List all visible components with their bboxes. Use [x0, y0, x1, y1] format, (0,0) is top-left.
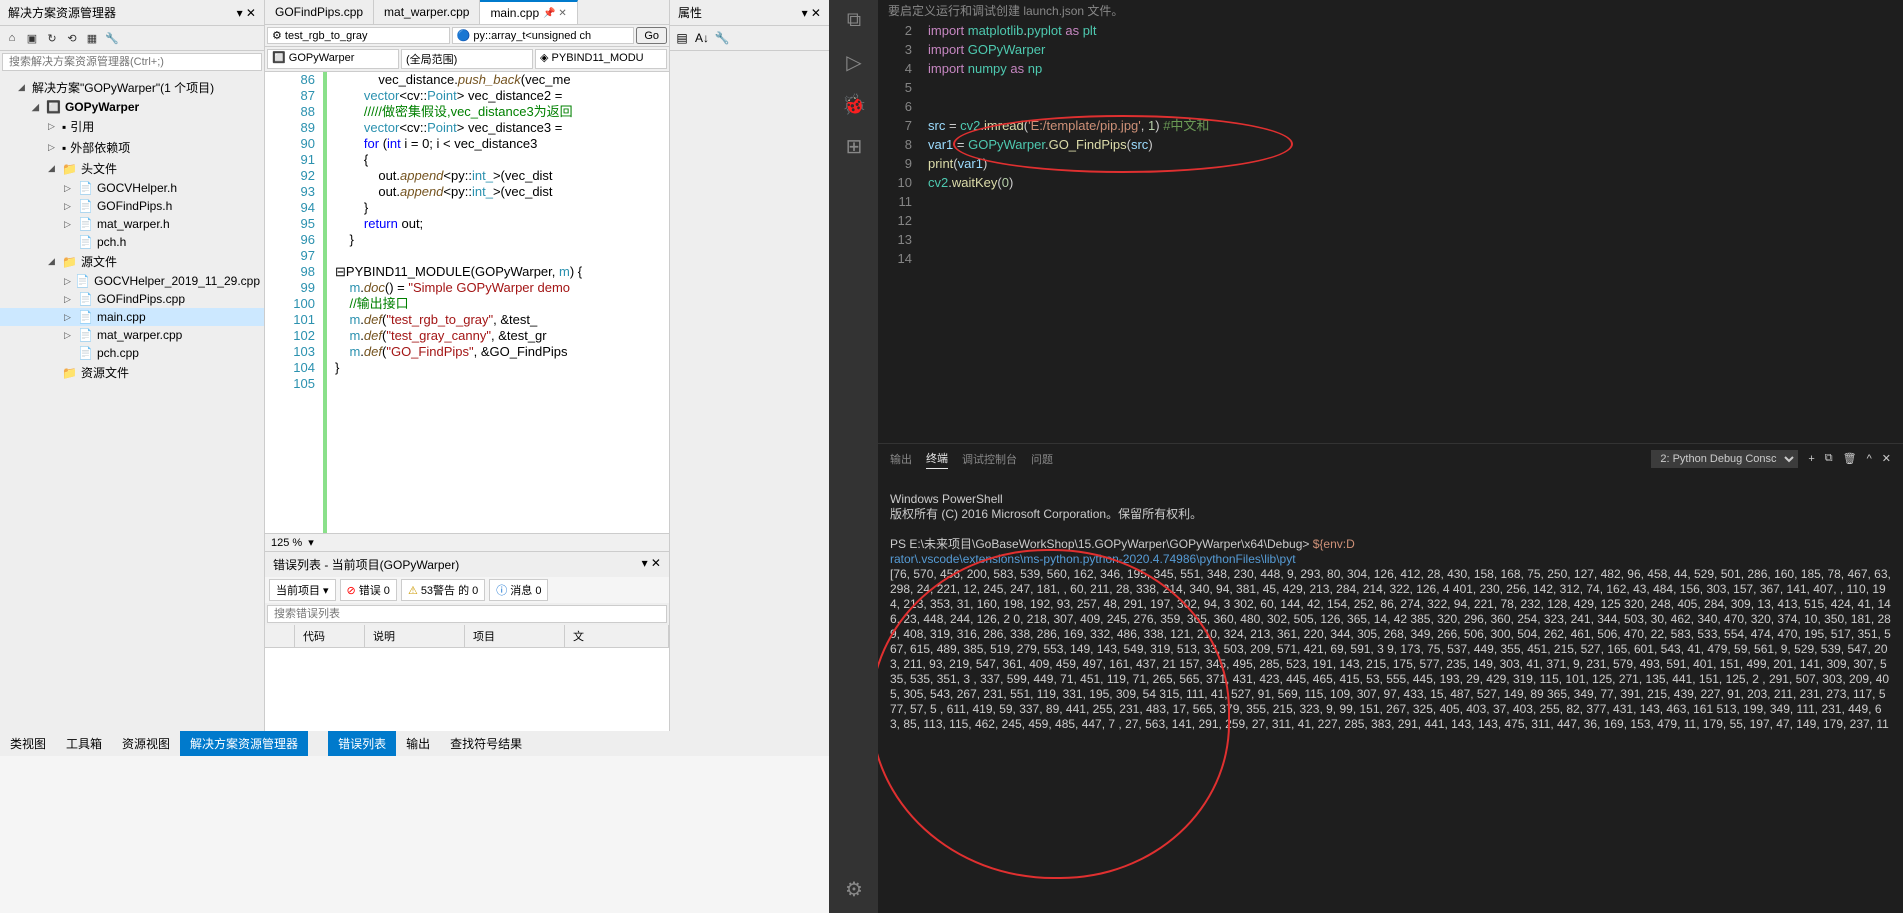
pin-icon[interactable]: ▾ ✕ — [237, 6, 256, 20]
error-toolbar: 当前项目 ▾ ⊘ 错误 0 ⚠ 53警告 的 0 ⓘ 消息 0 — [265, 577, 669, 603]
solution-root[interactable]: ◢解决方案"GOPyWarper"(1 个项目) — [0, 77, 264, 98]
type-combo[interactable]: 🔵 py::array_t<unsigned ch — [452, 27, 635, 44]
project-filter[interactable]: 当前项目 ▾ — [269, 579, 336, 601]
nav-combo-row1: ⚙ test_rgb_to_gray 🔵 py::array_t<unsigne… — [265, 25, 669, 47]
close-icon[interactable]: ▾ ✕ — [802, 6, 821, 20]
tab-matwarper[interactable]: mat_warper.cpp — [374, 0, 480, 24]
go-button[interactable]: Go — [636, 27, 667, 44]
error-list-panel: 错误列表 - 当前项目(GOPyWarper) ▾ ✕ 当前项目 ▾ ⊘ 错误 … — [265, 551, 669, 731]
tab-gofindpips[interactable]: GOFindPips.cpp — [265, 0, 374, 24]
editor-tabs: GOFindPips.cpp mat_warper.cpp main.cpp 📌… — [265, 0, 669, 25]
chevron-up-icon[interactable]: ^ — [1867, 453, 1872, 465]
tab-main[interactable]: main.cpp 📌 ✕ — [480, 0, 577, 24]
tab-output[interactable]: 输出 — [890, 449, 912, 469]
references-node[interactable]: ▷▪ 引用 — [0, 116, 264, 137]
categorize-icon[interactable]: ▤ — [673, 29, 691, 47]
solution-explorer-header: 解决方案资源管理器 ▾ ✕ — [0, 0, 264, 26]
tab-problems[interactable]: 问题 — [1031, 449, 1053, 469]
zoom-bar: 125 % ▾ — [265, 533, 669, 551]
solution-explorer-title: 解决方案资源管理器 — [8, 4, 116, 21]
sources-folder[interactable]: ◢📁 源文件 — [0, 251, 264, 272]
source-file-main[interactable]: ▷📄 main.cpp — [0, 308, 264, 326]
project-node[interactable]: ◢🔲 GOPyWarper — [0, 98, 264, 116]
alpha-icon[interactable]: А↓ — [693, 29, 711, 47]
terminal-panel: 输出 终端 调试控制台 问题 2: Python Debug Consc + ⧉… — [878, 443, 1903, 913]
trash-icon[interactable]: 🗑 — [1843, 452, 1857, 465]
collapse-icon[interactable]: ▣ — [23, 29, 41, 47]
error-list-header: 错误列表 - 当前项目(GOPyWarper) ▾ ✕ — [265, 552, 669, 577]
tab-toolbox[interactable]: 工具箱 — [56, 731, 112, 756]
terminal-output: [76, 570, 456, 200, 583, 539, 560, 162, … — [890, 567, 1894, 731]
wrench-icon[interactable]: 🔧 — [713, 29, 731, 47]
code-editor[interactable]: 8687888990919293949596979899100101102103… — [265, 72, 669, 533]
close-icon[interactable]: 📌 ✕ — [543, 8, 567, 19]
solution-toolbar: ⌂ ▣ ↻ ⟲ ▦ 🔧 — [0, 26, 264, 51]
terminal-body[interactable]: Windows PowerShell 版权所有 (C) 2016 Microso… — [878, 473, 1903, 913]
close-icon[interactable]: ▾ ✕ — [642, 556, 661, 573]
new-terminal-icon[interactable]: + — [1808, 453, 1814, 465]
run-icon[interactable]: ▷ — [842, 50, 866, 74]
function-combo[interactable]: ⚙ test_rgb_to_gray — [267, 27, 450, 44]
vscode-main: 要启定义运行和调试创建 launch.json 文件。 2import matp… — [878, 0, 1903, 913]
solution-tree: ◢解决方案"GOPyWarper"(1 个项目) ◢🔲 GOPyWarper ▷… — [0, 73, 264, 731]
tab-findsymbol[interactable]: 查找符号结果 — [440, 731, 532, 756]
tab-terminal[interactable]: 终端 — [926, 448, 948, 469]
messages-filter[interactable]: ⓘ 消息 0 — [489, 579, 548, 601]
close-icon[interactable]: ✕ — [1882, 452, 1891, 465]
error-grid[interactable]: 代码 说明 项目 文 — [265, 625, 669, 731]
sync-icon[interactable]: ⟲ — [63, 29, 81, 47]
header-file[interactable]: ▷📄 GOFindPips.h — [0, 197, 264, 215]
split-terminal-icon[interactable]: ⧉ — [1825, 452, 1833, 465]
source-file[interactable]: ▷📄 GOFindPips.cpp — [0, 290, 264, 308]
source-file[interactable]: 📄 pch.cpp — [0, 344, 264, 362]
solution-search-input[interactable] — [2, 53, 262, 71]
visual-studio-panel: 解决方案资源管理器 ▾ ✕ ⌂ ▣ ↻ ⟲ ▦ 🔧 ◢解决方案"GOPyWarp… — [0, 0, 830, 913]
external-deps-node[interactable]: ▷▪ 外部依赖项 — [0, 137, 264, 158]
home-icon[interactable]: ⌂ — [3, 29, 21, 47]
show-all-icon[interactable]: ▦ — [83, 29, 101, 47]
nav-combo-row2: 🔲 GOPyWarper (全局范围) ◈ PYBIND11_MODU — [265, 47, 669, 72]
terminal-tabs: 输出 终端 调试控制台 问题 2: Python Debug Consc + ⧉… — [878, 444, 1903, 473]
refresh-icon[interactable]: ↻ — [43, 29, 61, 47]
source-file[interactable]: ▷📄 mat_warper.cpp — [0, 326, 264, 344]
tab-output[interactable]: 输出 — [396, 731, 440, 756]
header-file[interactable]: 📄 pch.h — [0, 233, 264, 251]
tab-resourceview[interactable]: 资源视图 — [112, 731, 180, 756]
tab-debug-console[interactable]: 调试控制台 — [962, 449, 1017, 469]
editor-area: GOFindPips.cpp mat_warper.cpp main.cpp 📌… — [265, 0, 669, 731]
solution-explorer: 解决方案资源管理器 ▾ ✕ ⌂ ▣ ↻ ⟲ ▦ 🔧 ◢解决方案"GOPyWarp… — [0, 0, 265, 731]
properties-header: 属性 ▾ ✕ — [670, 0, 829, 26]
tab-solution-explorer[interactable]: 解决方案资源管理器 — [180, 731, 308, 756]
settings-icon[interactable]: ⚙ — [842, 877, 866, 901]
source-file[interactable]: ▷📄 GOCVHelper_2019_11_29.cpp — [0, 272, 264, 290]
explorer-icon[interactable]: ⧉ — [842, 8, 866, 32]
properties-panel: 属性 ▾ ✕ ▤ А↓ 🔧 — [669, 0, 829, 731]
code-lines[interactable]: vec_distance.push_back(vec_me vector<cv:… — [327, 72, 669, 533]
scope-combo[interactable]: (全局范围) — [401, 49, 533, 69]
header-file[interactable]: ▷📄 GOCVHelper.h — [0, 179, 264, 197]
launch-hint: 要启定义运行和调试创建 launch.json 文件。 — [878, 0, 1903, 21]
warnings-filter[interactable]: ⚠ 53警告 的 0 — [401, 579, 485, 601]
vscode-panel: ⧉ ▷ 🐞 ⊞ ⚙ 要启定义运行和调试创建 launch.json 文件。 2i… — [830, 0, 1903, 913]
member-combo[interactable]: ◈ PYBIND11_MODU — [535, 49, 667, 69]
errors-filter[interactable]: ⊘ 错误 0 — [340, 579, 397, 601]
resources-folder[interactable]: 📁 资源文件 — [0, 362, 264, 383]
activity-bar: ⧉ ▷ 🐞 ⊞ ⚙ — [830, 0, 878, 913]
vscode-editor[interactable]: 2import matplotlib.pyplot as plt3import … — [878, 21, 1903, 443]
error-search-input[interactable] — [267, 605, 667, 623]
debug-icon[interactable]: 🐞 — [842, 92, 866, 116]
project-combo[interactable]: 🔲 GOPyWarper — [267, 49, 399, 69]
tab-errorlist[interactable]: 错误列表 — [328, 731, 396, 756]
extensions-icon[interactable]: ⊞ — [842, 134, 866, 158]
headers-folder[interactable]: ◢📁 头文件 — [0, 158, 264, 179]
properties-icon[interactable]: 🔧 — [103, 29, 121, 47]
terminal-selector[interactable]: 2: Python Debug Consc — [1651, 450, 1798, 468]
zoom-dropdown-icon[interactable]: ▾ — [308, 536, 314, 549]
header-file[interactable]: ▷📄 mat_warper.h — [0, 215, 264, 233]
tab-classview[interactable]: 类视图 — [0, 731, 56, 756]
properties-toolbar: ▤ А↓ 🔧 — [670, 26, 829, 51]
zoom-level[interactable]: 125 % — [271, 537, 302, 549]
line-gutter: 8687888990919293949596979899100101102103… — [265, 72, 327, 533]
bottom-tabs-left: 类视图 工具箱 资源视图 解决方案资源管理器 错误列表 输出 查找符号结果 — [0, 731, 829, 756]
